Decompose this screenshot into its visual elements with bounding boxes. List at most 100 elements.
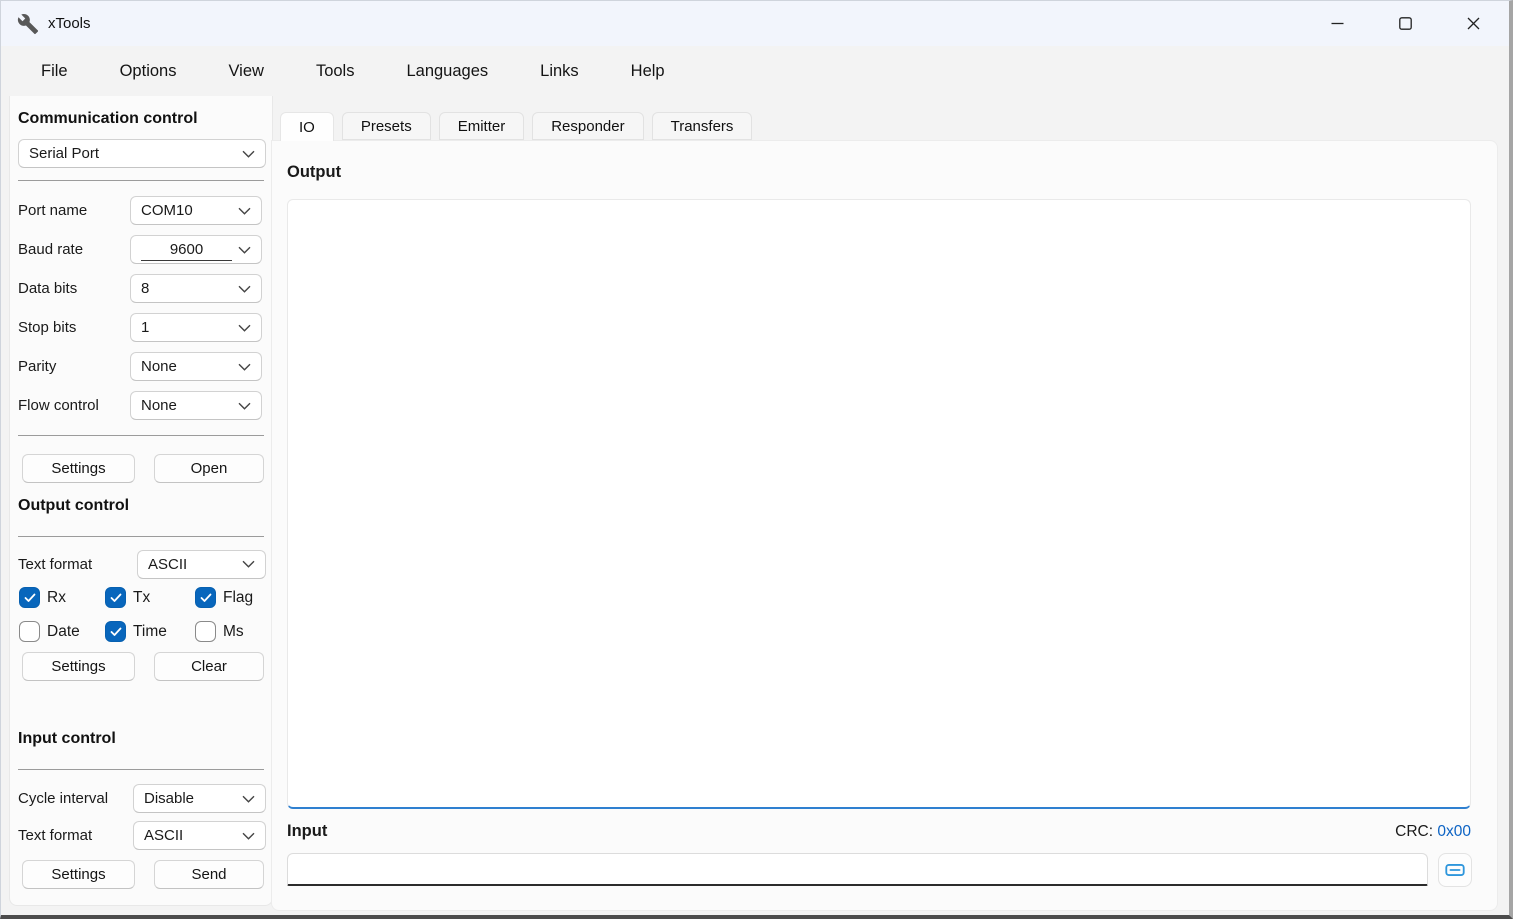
chevron-down-icon: [238, 207, 251, 215]
output-control-heading: Output control: [18, 497, 272, 515]
checkbox-box: [105, 621, 126, 642]
port-name-label: Port name: [18, 202, 130, 219]
checkbox-ms[interactable]: Ms: [195, 621, 272, 642]
separator: [18, 536, 264, 537]
parity-row: Parity None: [18, 347, 272, 386]
communication-settings-button[interactable]: Settings: [22, 454, 135, 483]
input-field[interactable]: [287, 853, 1428, 886]
input-buttons: Settings Send: [22, 860, 272, 889]
cycle-interval-row: Cycle interval Disable: [18, 780, 272, 817]
input-format-button[interactable]: [1438, 853, 1472, 887]
menu-tools[interactable]: Tools: [290, 56, 381, 87]
crc-readout: CRC: 0x00: [1395, 823, 1471, 841]
input-text-format-label: Text format: [18, 827, 133, 844]
input-text-format-row: Text format ASCII: [18, 817, 272, 854]
output-buttons: Settings Clear: [22, 652, 272, 681]
tab-presets[interactable]: Presets: [342, 112, 431, 140]
checkbox-box: [105, 587, 126, 608]
checkbox-time[interactable]: Time: [105, 621, 195, 642]
window-controls: [1314, 1, 1509, 46]
chevron-down-icon: [238, 246, 251, 254]
stop-bits-select[interactable]: 1: [130, 313, 262, 342]
chevron-down-icon: [238, 363, 251, 371]
send-button[interactable]: Send: [154, 860, 264, 889]
check-icon: [200, 593, 212, 603]
output-text-format-label: Text format: [18, 556, 137, 573]
checkbox-date[interactable]: Date: [19, 621, 105, 642]
chevron-down-icon: [242, 560, 255, 568]
checkbox-box: [195, 587, 216, 608]
stop-bits-row: Stop bits 1: [18, 308, 272, 347]
flow-control-row: Flow control None: [18, 386, 272, 425]
parity-select[interactable]: None: [130, 352, 262, 381]
data-bits-label: Data bits: [18, 280, 130, 297]
output-text-format-row: Text format ASCII: [18, 547, 272, 581]
communication-buttons: Settings Open: [22, 454, 272, 483]
checkbox-box: [195, 621, 216, 642]
port-name-select[interactable]: COM10: [130, 196, 262, 225]
input-format-icon: [1444, 859, 1466, 881]
tab-responder[interactable]: Responder: [532, 112, 643, 140]
cycle-interval-select[interactable]: Disable: [133, 784, 266, 813]
input-settings-button[interactable]: Settings: [22, 860, 135, 889]
clear-button[interactable]: Clear: [154, 652, 264, 681]
separator: [18, 435, 264, 436]
port-name-row: Port name COM10: [18, 191, 272, 230]
menu-links[interactable]: Links: [514, 56, 605, 87]
flow-control-select[interactable]: None: [130, 391, 262, 420]
input-section-label: Input: [287, 822, 327, 841]
stop-bits-label: Stop bits: [18, 319, 130, 336]
separator: [18, 180, 264, 181]
checkbox-tx[interactable]: Tx: [105, 587, 195, 608]
check-icon: [24, 593, 36, 603]
sidebar: Communication control Serial Port Port n…: [9, 96, 273, 906]
baud-rate-row: Baud rate 9600: [18, 230, 272, 269]
device-type-select[interactable]: Serial Port: [18, 139, 266, 168]
minimize-button[interactable]: [1314, 1, 1360, 46]
flow-control-label: Flow control: [18, 397, 130, 414]
chevron-down-icon: [242, 795, 255, 803]
output-flag-checkboxes: Rx Tx Flag: [19, 587, 272, 642]
menu-bar: File Options View Tools Languages Links …: [1, 46, 1509, 96]
io-tab-panel: Output Input CRC: 0x00: [271, 140, 1498, 911]
input-row: [287, 853, 1487, 887]
chevron-down-icon: [238, 402, 251, 410]
chevron-down-icon: [238, 324, 251, 332]
menu-file[interactable]: File: [15, 56, 94, 87]
minimize-icon: [1331, 17, 1344, 30]
close-button[interactable]: [1450, 1, 1496, 46]
input-control-heading: Input control: [18, 730, 272, 748]
checkbox-flag[interactable]: Flag: [195, 587, 272, 608]
maximize-button[interactable]: [1382, 1, 1428, 46]
tab-io[interactable]: IO: [280, 112, 334, 141]
communication-control-heading: Communication control: [18, 110, 272, 128]
cycle-interval-label: Cycle interval: [18, 790, 133, 807]
data-bits-select[interactable]: 8: [130, 274, 262, 303]
app-window: xTools File Options View Tools Languages…: [0, 0, 1513, 919]
maximize-icon: [1399, 17, 1412, 30]
tab-bar: IO Presets Emitter Responder Transfers: [280, 112, 752, 141]
content-area: Communication control Serial Port Port n…: [1, 96, 1509, 915]
tab-transfers[interactable]: Transfers: [652, 112, 753, 140]
menu-languages[interactable]: Languages: [380, 56, 514, 87]
checkbox-rx[interactable]: Rx: [19, 587, 105, 608]
crc-value: 0x00: [1437, 823, 1471, 840]
separator: [18, 769, 264, 770]
menu-options[interactable]: Options: [94, 56, 203, 87]
menu-help[interactable]: Help: [605, 56, 691, 87]
tab-emitter[interactable]: Emitter: [439, 112, 525, 140]
sidebar-spacer: [18, 687, 272, 730]
input-text-format-select[interactable]: ASCII: [133, 821, 266, 850]
check-icon: [110, 593, 122, 603]
checkbox-box: [19, 621, 40, 642]
menu-view[interactable]: View: [202, 56, 289, 87]
crc-label: CRC:: [1395, 823, 1433, 840]
baud-rate-select[interactable]: 9600: [130, 235, 262, 264]
chevron-down-icon: [242, 150, 255, 158]
output-text-format-select[interactable]: ASCII: [137, 550, 266, 579]
output-area[interactable]: [287, 199, 1471, 809]
baud-rate-label: Baud rate: [18, 241, 130, 258]
open-button[interactable]: Open: [154, 454, 264, 483]
title-bar: xTools: [1, 1, 1509, 46]
output-settings-button[interactable]: Settings: [22, 652, 135, 681]
